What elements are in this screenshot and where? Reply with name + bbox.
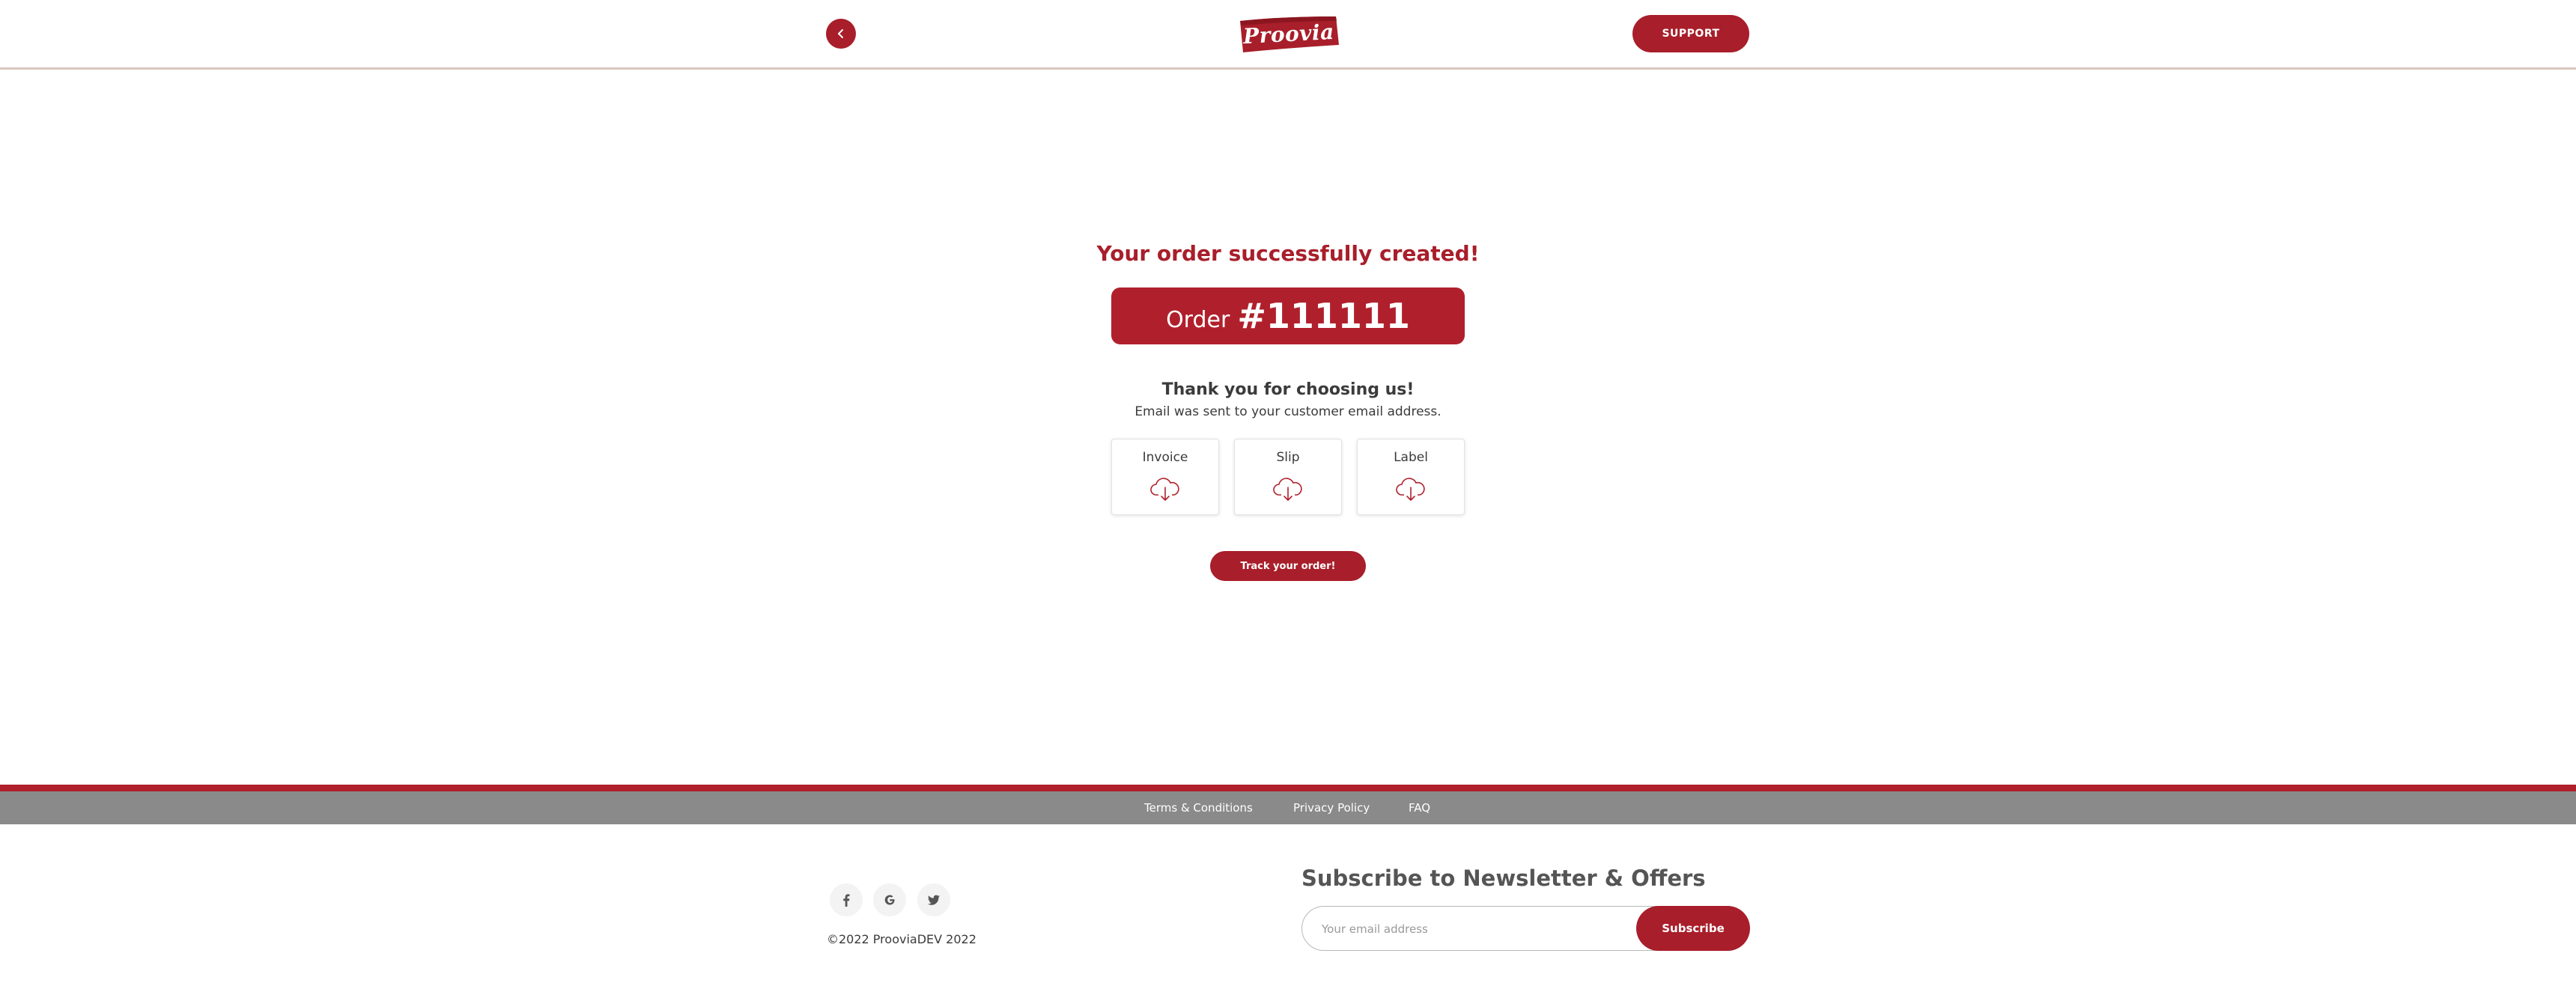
order-number-box: Order #111111	[1111, 287, 1465, 344]
track-order-button[interactable]: Track your order!	[1210, 551, 1366, 581]
newsletter-title: Subscribe to Newsletter & Offers	[1301, 865, 1706, 891]
top-navbar: Proovia SUPPORT	[0, 0, 2576, 70]
proovia-logo[interactable]: Proovia	[1237, 15, 1340, 52]
google-icon	[884, 895, 895, 905]
cloud-download-icon	[1396, 478, 1425, 501]
label-label: Label	[1394, 450, 1428, 465]
email-sent-message: Email was sent to your customer email ad…	[1134, 404, 1442, 419]
facebook-button[interactable]	[830, 883, 863, 916]
logo-text: Proovia	[1242, 19, 1335, 49]
subscribe-button[interactable]: Subscribe	[1636, 906, 1750, 951]
invoice-download-card[interactable]: Invoice	[1111, 439, 1219, 515]
order-number: #111111	[1237, 296, 1410, 336]
document-downloads: Invoice Slip Label	[1111, 439, 1465, 515]
slip-label: Slip	[1276, 450, 1300, 465]
terms-link[interactable]: Terms & Conditions	[1144, 801, 1253, 815]
slip-download-card[interactable]: Slip	[1234, 439, 1342, 515]
footer-divider	[0, 785, 2576, 791]
newsletter-email-input[interactable]	[1320, 920, 1623, 938]
privacy-policy-link[interactable]: Privacy Policy	[1293, 801, 1370, 815]
newsletter-form: Subscribe	[1301, 906, 1750, 951]
facebook-icon	[843, 894, 850, 907]
cloud-download-icon	[1273, 478, 1302, 501]
back-button[interactable]	[826, 19, 856, 49]
order-label: Order	[1166, 306, 1230, 333]
thank-you-message: Thank you for choosing us!	[1161, 380, 1415, 399]
copyright-text: ©2022 ProoviaDEV 2022	[827, 932, 976, 946]
label-download-card[interactable]: Label	[1357, 439, 1465, 515]
twitter-icon	[928, 895, 940, 905]
twitter-button[interactable]	[917, 883, 950, 916]
cloud-download-icon	[1150, 478, 1179, 501]
google-button[interactable]	[873, 883, 906, 916]
faq-link[interactable]: FAQ	[1409, 801, 1430, 815]
support-button[interactable]: SUPPORT	[1632, 15, 1749, 52]
footer-links-bar: Terms & Conditions Privacy Policy FAQ	[0, 791, 2576, 824]
invoice-label: Invoice	[1142, 450, 1188, 465]
chevron-left-icon	[838, 29, 843, 38]
success-title: Your order successfully created!	[1096, 241, 1480, 266]
